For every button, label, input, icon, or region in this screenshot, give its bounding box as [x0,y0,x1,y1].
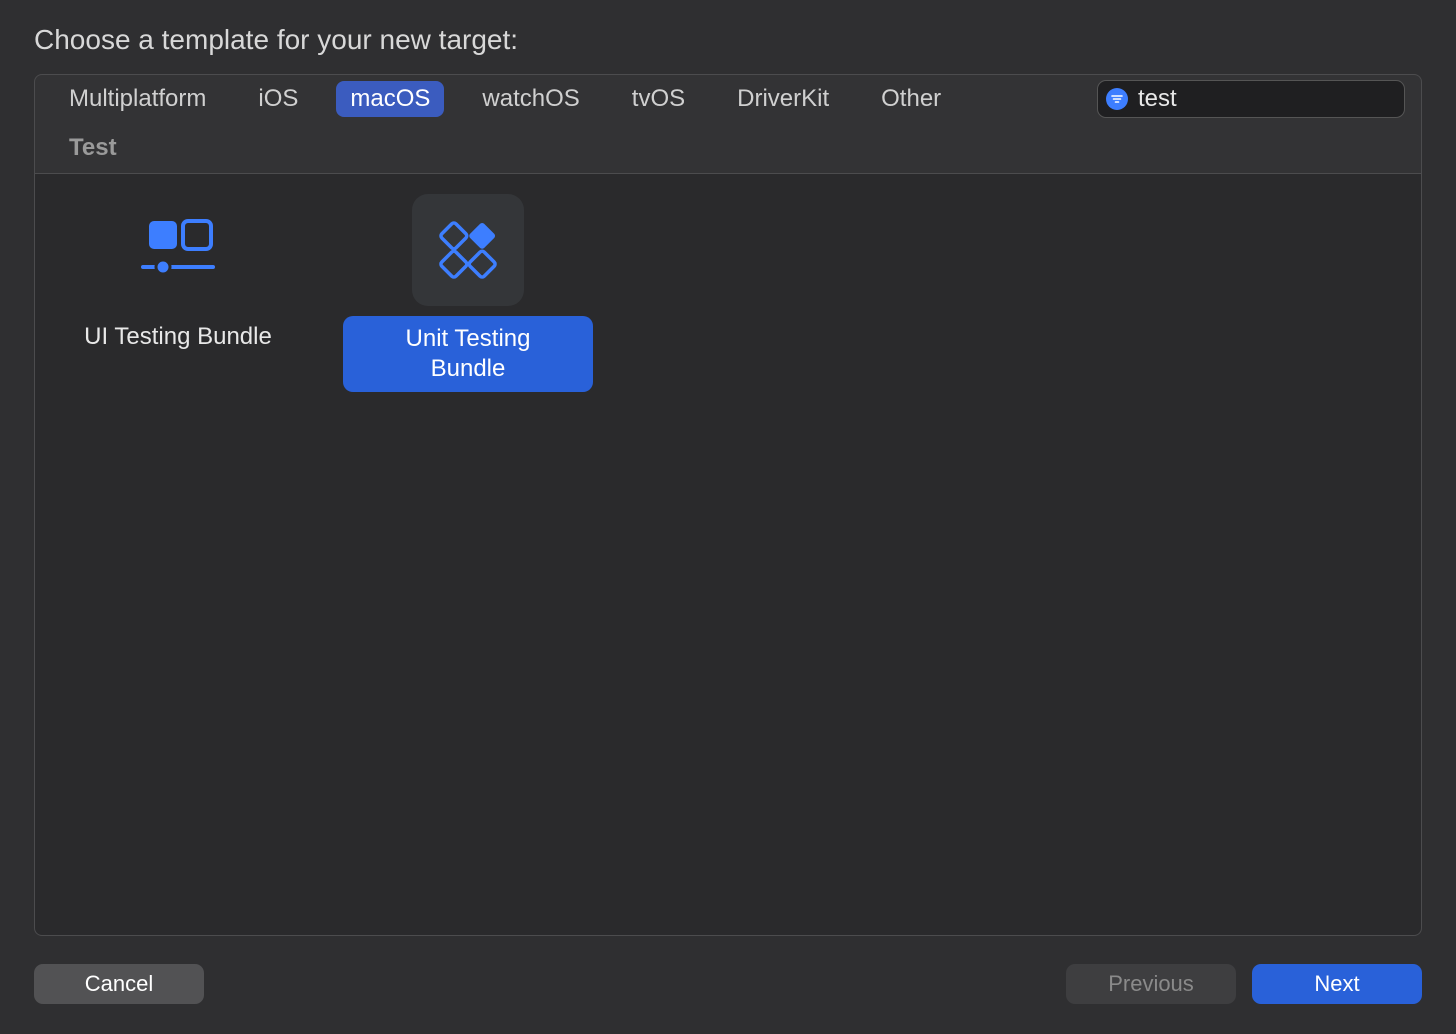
sheet-footer: Cancel Previous Next [34,964,1422,1004]
template-label: UI Testing Bundle [68,316,288,358]
tab-driverkit[interactable]: DriverKit [723,81,843,117]
tab-watchos[interactable]: watchOS [468,81,593,117]
section-header-test: Test [35,123,1421,174]
filter-input[interactable] [1138,85,1448,113]
platform-tabs: Multiplatform iOS macOS watchOS tvOS Dri… [55,81,1097,117]
platform-toolbar: Multiplatform iOS macOS watchOS tvOS Dri… [34,74,1422,123]
template-unit-testing-bundle[interactable]: Unit Testing Bundle [343,194,593,392]
ui-testing-icon [122,194,234,306]
new-target-sheet: Choose a template for your new target: M… [0,0,1456,1034]
tab-tvos[interactable]: tvOS [618,81,699,117]
unit-testing-icon [412,194,524,306]
previous-button[interactable]: Previous [1066,964,1236,1004]
filter-icon [1106,88,1128,110]
tab-ios[interactable]: iOS [244,81,312,117]
template-label: Unit Testing Bundle [343,316,593,392]
template-ui-testing-bundle[interactable]: UI Testing Bundle [53,194,303,358]
template-list: Test UI Testing Bundle [34,123,1422,936]
filter-search-field[interactable] [1097,80,1405,118]
tab-multiplatform[interactable]: Multiplatform [55,81,220,117]
cancel-button[interactable]: Cancel [34,964,204,1004]
sheet-title: Choose a template for your new target: [34,24,1422,56]
tab-other[interactable]: Other [867,81,955,117]
tab-macos[interactable]: macOS [336,81,444,117]
next-button[interactable]: Next [1252,964,1422,1004]
template-grid: UI Testing Bundle Unit Testing Bundle [35,174,1421,412]
